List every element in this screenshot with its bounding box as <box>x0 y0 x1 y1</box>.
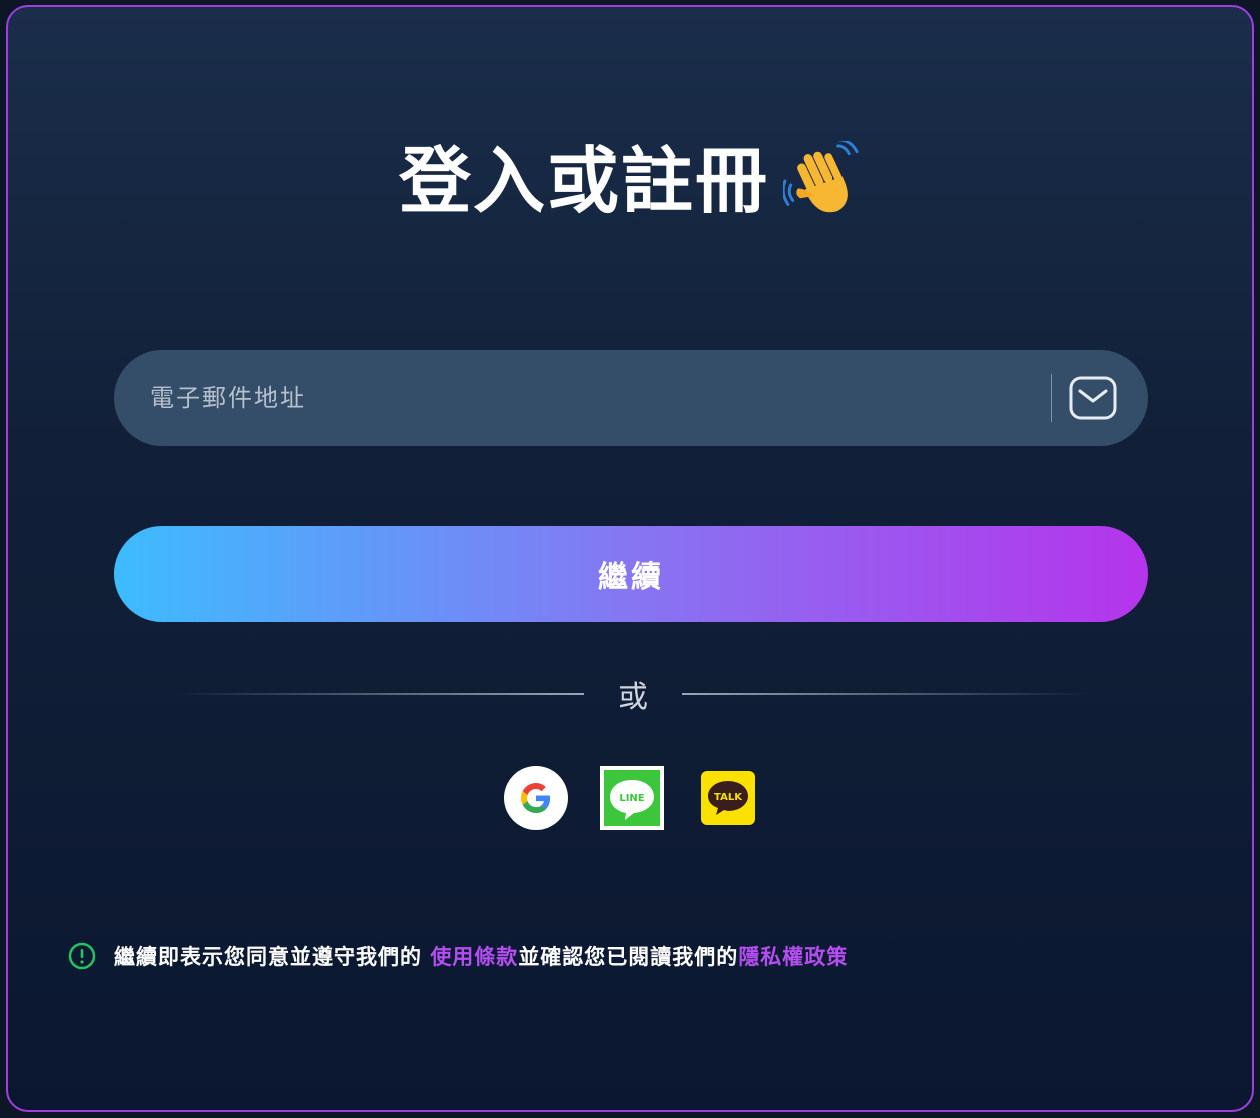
terms-notice: 繼續即表示您同意並遵守我們的 使用條款並確認您已閱讀我們的隱私權政策 <box>68 941 848 971</box>
waving-hand-icon <box>783 141 859 213</box>
kakaotalk-icon-text: TALK <box>714 792 743 803</box>
envelope-icon <box>1069 376 1117 420</box>
privacy-policy-link[interactable]: 隱私權政策 <box>738 945 848 969</box>
title-row: 登入或註冊 <box>8 139 1252 223</box>
or-label: 或 <box>618 680 648 715</box>
email-field[interactable] <box>114 350 1148 446</box>
terms-text: 繼續即表示您同意並遵守我們的 使用條款並確認您已閱讀我們的隱私權政策 <box>114 941 848 971</box>
alert-circle-icon <box>68 942 96 970</box>
kakaotalk-icon: TALK <box>701 771 755 825</box>
field-divider <box>1051 374 1052 422</box>
kakaotalk-login-button[interactable]: TALK <box>696 766 760 830</box>
line-login-button[interactable]: LINE <box>600 766 664 830</box>
google-login-button[interactable] <box>504 766 568 830</box>
terms-of-use-link[interactable]: 使用條款 <box>430 945 518 969</box>
google-icon <box>521 783 551 813</box>
login-modal: 登入或註冊 繼續 或 <box>6 5 1254 1112</box>
continue-button[interactable]: 繼續 <box>114 526 1148 622</box>
terms-middle: 並確認您已閱讀我們的 <box>518 945 739 969</box>
or-divider: 或 <box>174 669 1092 719</box>
social-login-row: LINE TALK <box>8 766 1252 830</box>
divider-line-left <box>174 693 584 695</box>
email-input[interactable] <box>150 384 1051 412</box>
line-icon: LINE <box>604 770 660 826</box>
divider-line-right <box>682 693 1092 695</box>
page-title: 登入或註冊 <box>398 139 769 223</box>
terms-prefix: 繼續即表示您同意並遵守我們的 <box>114 945 431 969</box>
line-icon-text: LINE <box>619 793 644 804</box>
